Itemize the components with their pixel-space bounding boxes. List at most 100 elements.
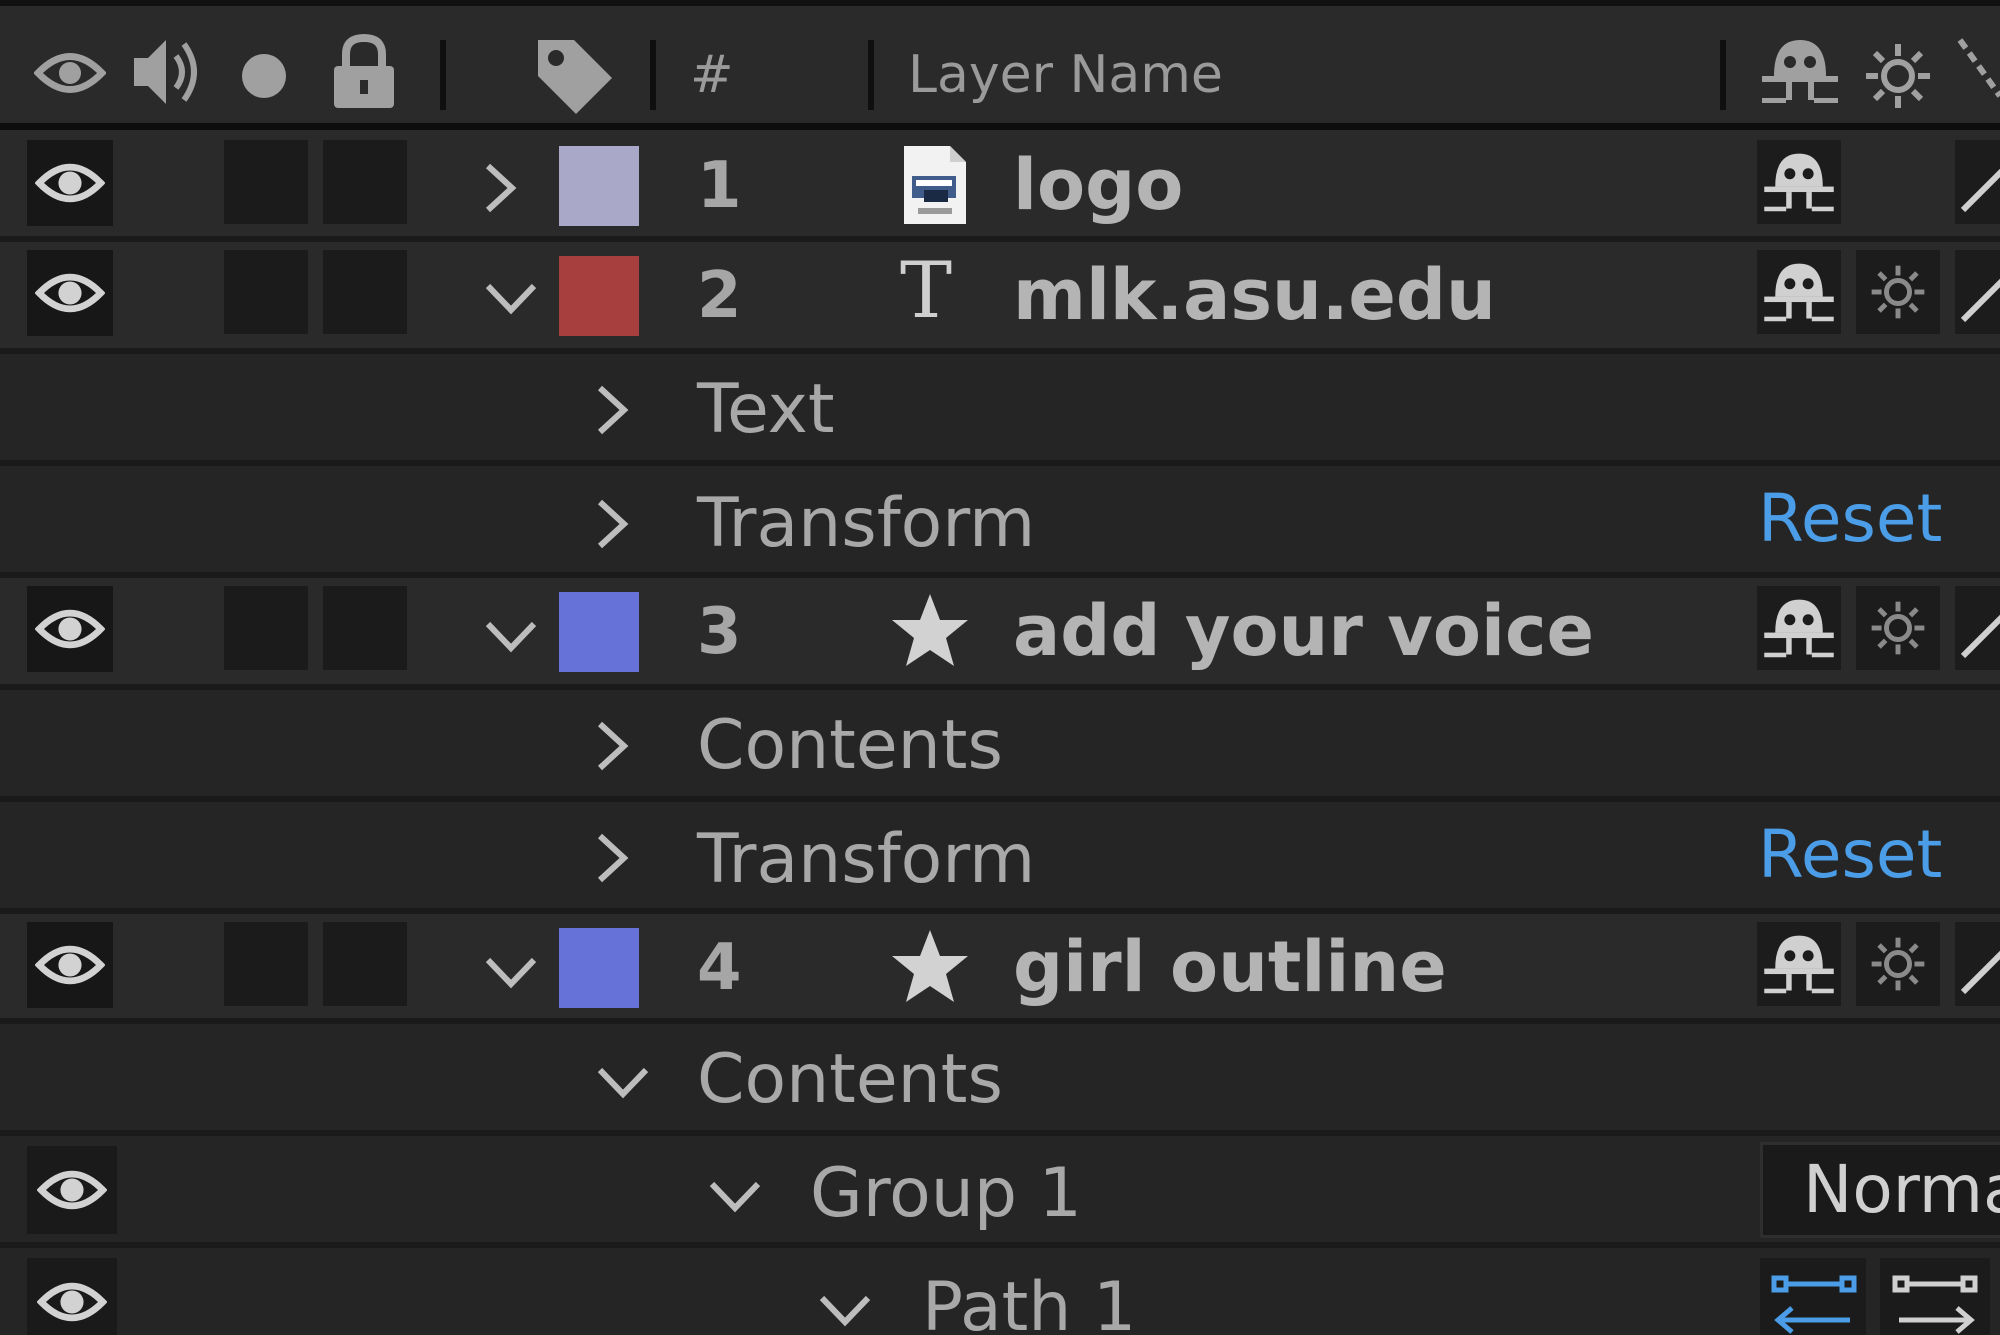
label-tag-icon[interactable]	[532, 34, 616, 118]
layer-visibility-toggle[interactable]	[27, 922, 113, 1008]
group-row[interactable]: Group 1 Normal	[0, 1136, 2000, 1248]
layer-label-color[interactable]	[559, 592, 639, 672]
eye-icon	[35, 609, 105, 649]
quality-switch[interactable]	[1955, 922, 2000, 1006]
layer-name-column-header[interactable]: Layer Name	[908, 44, 1223, 106]
audio-speaker-icon[interactable]	[128, 32, 208, 112]
eye-icon	[35, 945, 105, 985]
property-name-transform[interactable]: Transform	[697, 482, 1035, 566]
layer-row[interactable]: 1 logo	[0, 130, 2000, 242]
layer-row[interactable]: 4 girl outline	[0, 914, 2000, 1024]
shy-switch[interactable]	[1757, 140, 1841, 224]
group-visibility-toggle[interactable]	[27, 1146, 117, 1234]
layer-number: 2	[697, 259, 742, 333]
path-visibility-toggle[interactable]	[27, 1258, 117, 1335]
transform-reset-link[interactable]: Reset	[1758, 478, 1942, 560]
timeline-layer-panel: # Layer Name 1 logo 2 T mlk.asu.edu Text…	[0, 0, 2000, 1335]
lock-switch[interactable]	[323, 140, 407, 224]
collapse-transform-switch[interactable]	[1856, 586, 1940, 670]
collapse-transform-switch[interactable]	[1856, 922, 1940, 1006]
property-name-contents[interactable]: Contents	[697, 1038, 1003, 1122]
lock-switch[interactable]	[323, 922, 407, 1006]
path-direction-icon	[1771, 1275, 1857, 1334]
property-name-contents[interactable]: Contents	[697, 704, 1003, 788]
property-row[interactable]: Transform Reset	[0, 802, 2000, 914]
solo-switch[interactable]	[224, 250, 308, 334]
layer-label-color[interactable]	[559, 256, 639, 336]
shape-star-icon	[892, 594, 968, 666]
transform-reset-link[interactable]: Reset	[1758, 814, 1942, 896]
lock-icon[interactable]	[330, 32, 398, 110]
chevron-down-icon[interactable]	[818, 1292, 872, 1328]
shy-switch[interactable]	[1757, 922, 1841, 1006]
chevron-right-icon[interactable]	[594, 384, 630, 436]
header-divider-line	[0, 123, 2000, 130]
quality-slash-icon	[1960, 614, 2000, 659]
layer-name[interactable]: logo	[1013, 142, 1183, 228]
property-row[interactable]: Text	[0, 354, 2000, 466]
property-name-text[interactable]: Text	[697, 368, 835, 452]
path-direction-icon	[1892, 1275, 1978, 1334]
column-header: # Layer Name	[0, 0, 2000, 123]
video-eye-icon[interactable]	[34, 46, 106, 100]
layer-row[interactable]: 3 add your voice	[0, 578, 2000, 690]
path-row[interactable]: Path 1	[0, 1248, 2000, 1335]
shy-icon	[1764, 935, 1834, 994]
chevron-down-icon[interactable]	[484, 280, 538, 316]
chevron-right-icon[interactable]	[482, 162, 518, 214]
property-row[interactable]: Contents	[0, 1024, 2000, 1136]
chevron-right-icon[interactable]	[594, 720, 630, 772]
layer-visibility-toggle[interactable]	[27, 586, 113, 672]
layer-number: 1	[697, 149, 742, 223]
shy-icon	[1764, 263, 1834, 322]
solo-switch[interactable]	[224, 922, 308, 1006]
eye-icon	[37, 1282, 107, 1322]
chevron-right-icon[interactable]	[594, 832, 630, 884]
layer-number: 4	[697, 931, 742, 1005]
eye-icon	[35, 273, 105, 313]
solo-dot-icon[interactable]	[240, 52, 288, 100]
solo-switch[interactable]	[224, 586, 308, 670]
chevron-down-icon[interactable]	[484, 954, 538, 990]
layer-visibility-toggle[interactable]	[27, 140, 113, 226]
shy-switch[interactable]	[1757, 250, 1841, 334]
property-name-transform[interactable]: Transform	[697, 818, 1035, 902]
lock-switch[interactable]	[323, 586, 407, 670]
layer-label-color[interactable]	[559, 146, 639, 226]
lock-switch[interactable]	[323, 250, 407, 334]
layer-name[interactable]: mlk.asu.edu	[1013, 252, 1496, 338]
quality-switch[interactable]	[1955, 250, 2000, 334]
path-name[interactable]: Path 1	[922, 1266, 1136, 1335]
layer-row[interactable]: 2 T mlk.asu.edu	[0, 242, 2000, 354]
layer-number: 3	[697, 595, 742, 669]
blend-mode-dropdown[interactable]: Normal	[1760, 1142, 2000, 1238]
solo-switch[interactable]	[224, 140, 308, 224]
property-row[interactable]: Transform Reset	[0, 466, 2000, 578]
group-name[interactable]: Group 1	[810, 1152, 1082, 1236]
quality-switch[interactable]	[1955, 586, 2000, 670]
path-direction-reverse-button[interactable]	[1760, 1258, 1866, 1335]
layer-name[interactable]: add your voice	[1013, 588, 1594, 674]
layer-label-color[interactable]	[559, 928, 639, 1008]
shy-switch[interactable]	[1757, 586, 1841, 670]
layer-name[interactable]: girl outline	[1013, 924, 1447, 1010]
shy-switch-header-icon[interactable]	[1760, 36, 1840, 106]
header-divider	[868, 40, 874, 110]
quality-switch[interactable]	[1955, 140, 2000, 224]
collapse-transform-switch[interactable]	[1856, 250, 1940, 334]
chevron-down-icon[interactable]	[708, 1178, 762, 1214]
sun-icon	[1871, 937, 1925, 991]
property-row[interactable]: Contents	[0, 690, 2000, 802]
chevron-down-icon[interactable]	[596, 1064, 650, 1100]
path-direction-forward-button[interactable]	[1880, 1258, 1990, 1335]
quality-header-icon[interactable]	[1956, 36, 2000, 106]
quality-slash-icon	[1960, 950, 2000, 995]
header-divider	[650, 40, 656, 110]
chevron-down-icon[interactable]	[484, 618, 538, 654]
header-divider	[440, 40, 446, 110]
chevron-right-icon[interactable]	[594, 498, 630, 550]
collapse-sun-header-icon[interactable]	[1864, 42, 1932, 110]
quality-slash-icon	[1960, 278, 2000, 323]
layer-visibility-toggle[interactable]	[27, 250, 113, 336]
number-column-header[interactable]: #	[690, 44, 734, 106]
